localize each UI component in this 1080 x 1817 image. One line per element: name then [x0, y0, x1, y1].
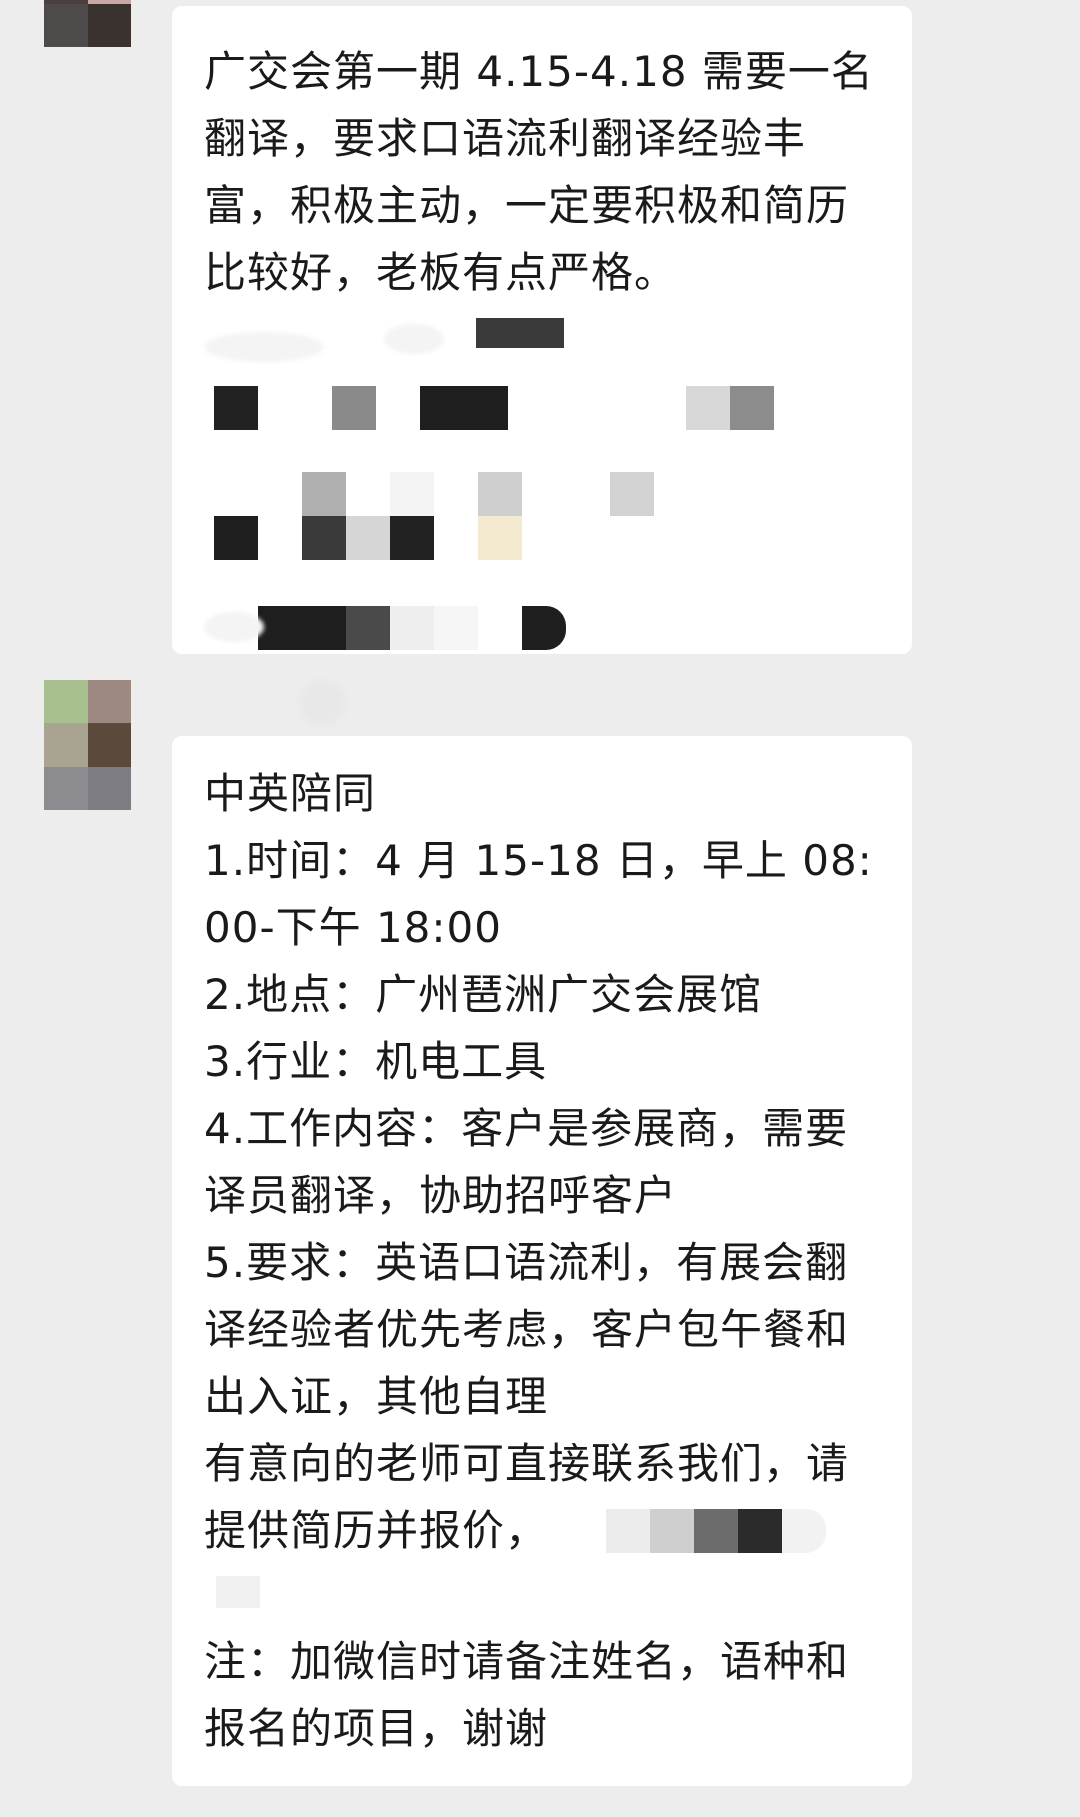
message-text-line: 比较好，老板有点严格。: [204, 248, 678, 297]
message-text-line: 2.地点：广州琶洲广交会展馆: [204, 970, 763, 1019]
message-text-line: 00-下午 18:00: [204, 903, 502, 952]
message-text-line: 提供简历并报价，: [204, 1497, 886, 1564]
redacted-content: [204, 1564, 886, 1628]
message-text-line: 5.要求：英语口语流利，有展会翻: [204, 1238, 849, 1287]
message-note-line: 报名的项目，谢谢: [204, 1704, 549, 1753]
message-text-line: 富，积极主动，一定要积极和简历: [204, 181, 850, 230]
sender-avatar[interactable]: [44, 0, 131, 47]
sender-avatar[interactable]: [44, 680, 131, 810]
message-bubble[interactable]: 中英陪同 1.时间：4 月 15-18 日，早上 08: 00-下午 18:00…: [172, 736, 912, 1786]
message-text-line: 翻译，要求口语流利翻译经验丰: [204, 114, 807, 163]
message-bubble[interactable]: 广交会第一期 4.15-4.18 需要一名 翻译，要求口语流利翻译经验丰 富，积…: [172, 6, 912, 654]
redacted-contact: [606, 1509, 826, 1553]
sender-name-redacted: [300, 680, 346, 726]
message-text-line: 有意向的老师可直接联系我们，请: [204, 1439, 850, 1488]
message-note-line: 注：加微信时请备注姓名，语种和: [204, 1637, 850, 1686]
redacted-content: [204, 310, 886, 670]
message-text-line: 4.工作内容：客户是参展商，需要: [204, 1104, 849, 1153]
message-text-line: 中英陪同: [204, 769, 377, 818]
message-text: 提供简历并报价，: [204, 1506, 549, 1555]
message-text-line: 译经验者优先考虑，客户包午餐和: [204, 1305, 850, 1354]
message-text-line: 3.行业：机电工具: [204, 1037, 548, 1086]
message-text-line: 出入证，其他自理: [204, 1372, 549, 1421]
message-text-line: 1.时间：4 月 15-18 日，早上 08:: [204, 836, 873, 885]
message-text-line: 译员翻译，协助招呼客户: [204, 1171, 678, 1220]
message-text-line: 广交会第一期 4.15-4.18 需要一名: [204, 47, 874, 96]
